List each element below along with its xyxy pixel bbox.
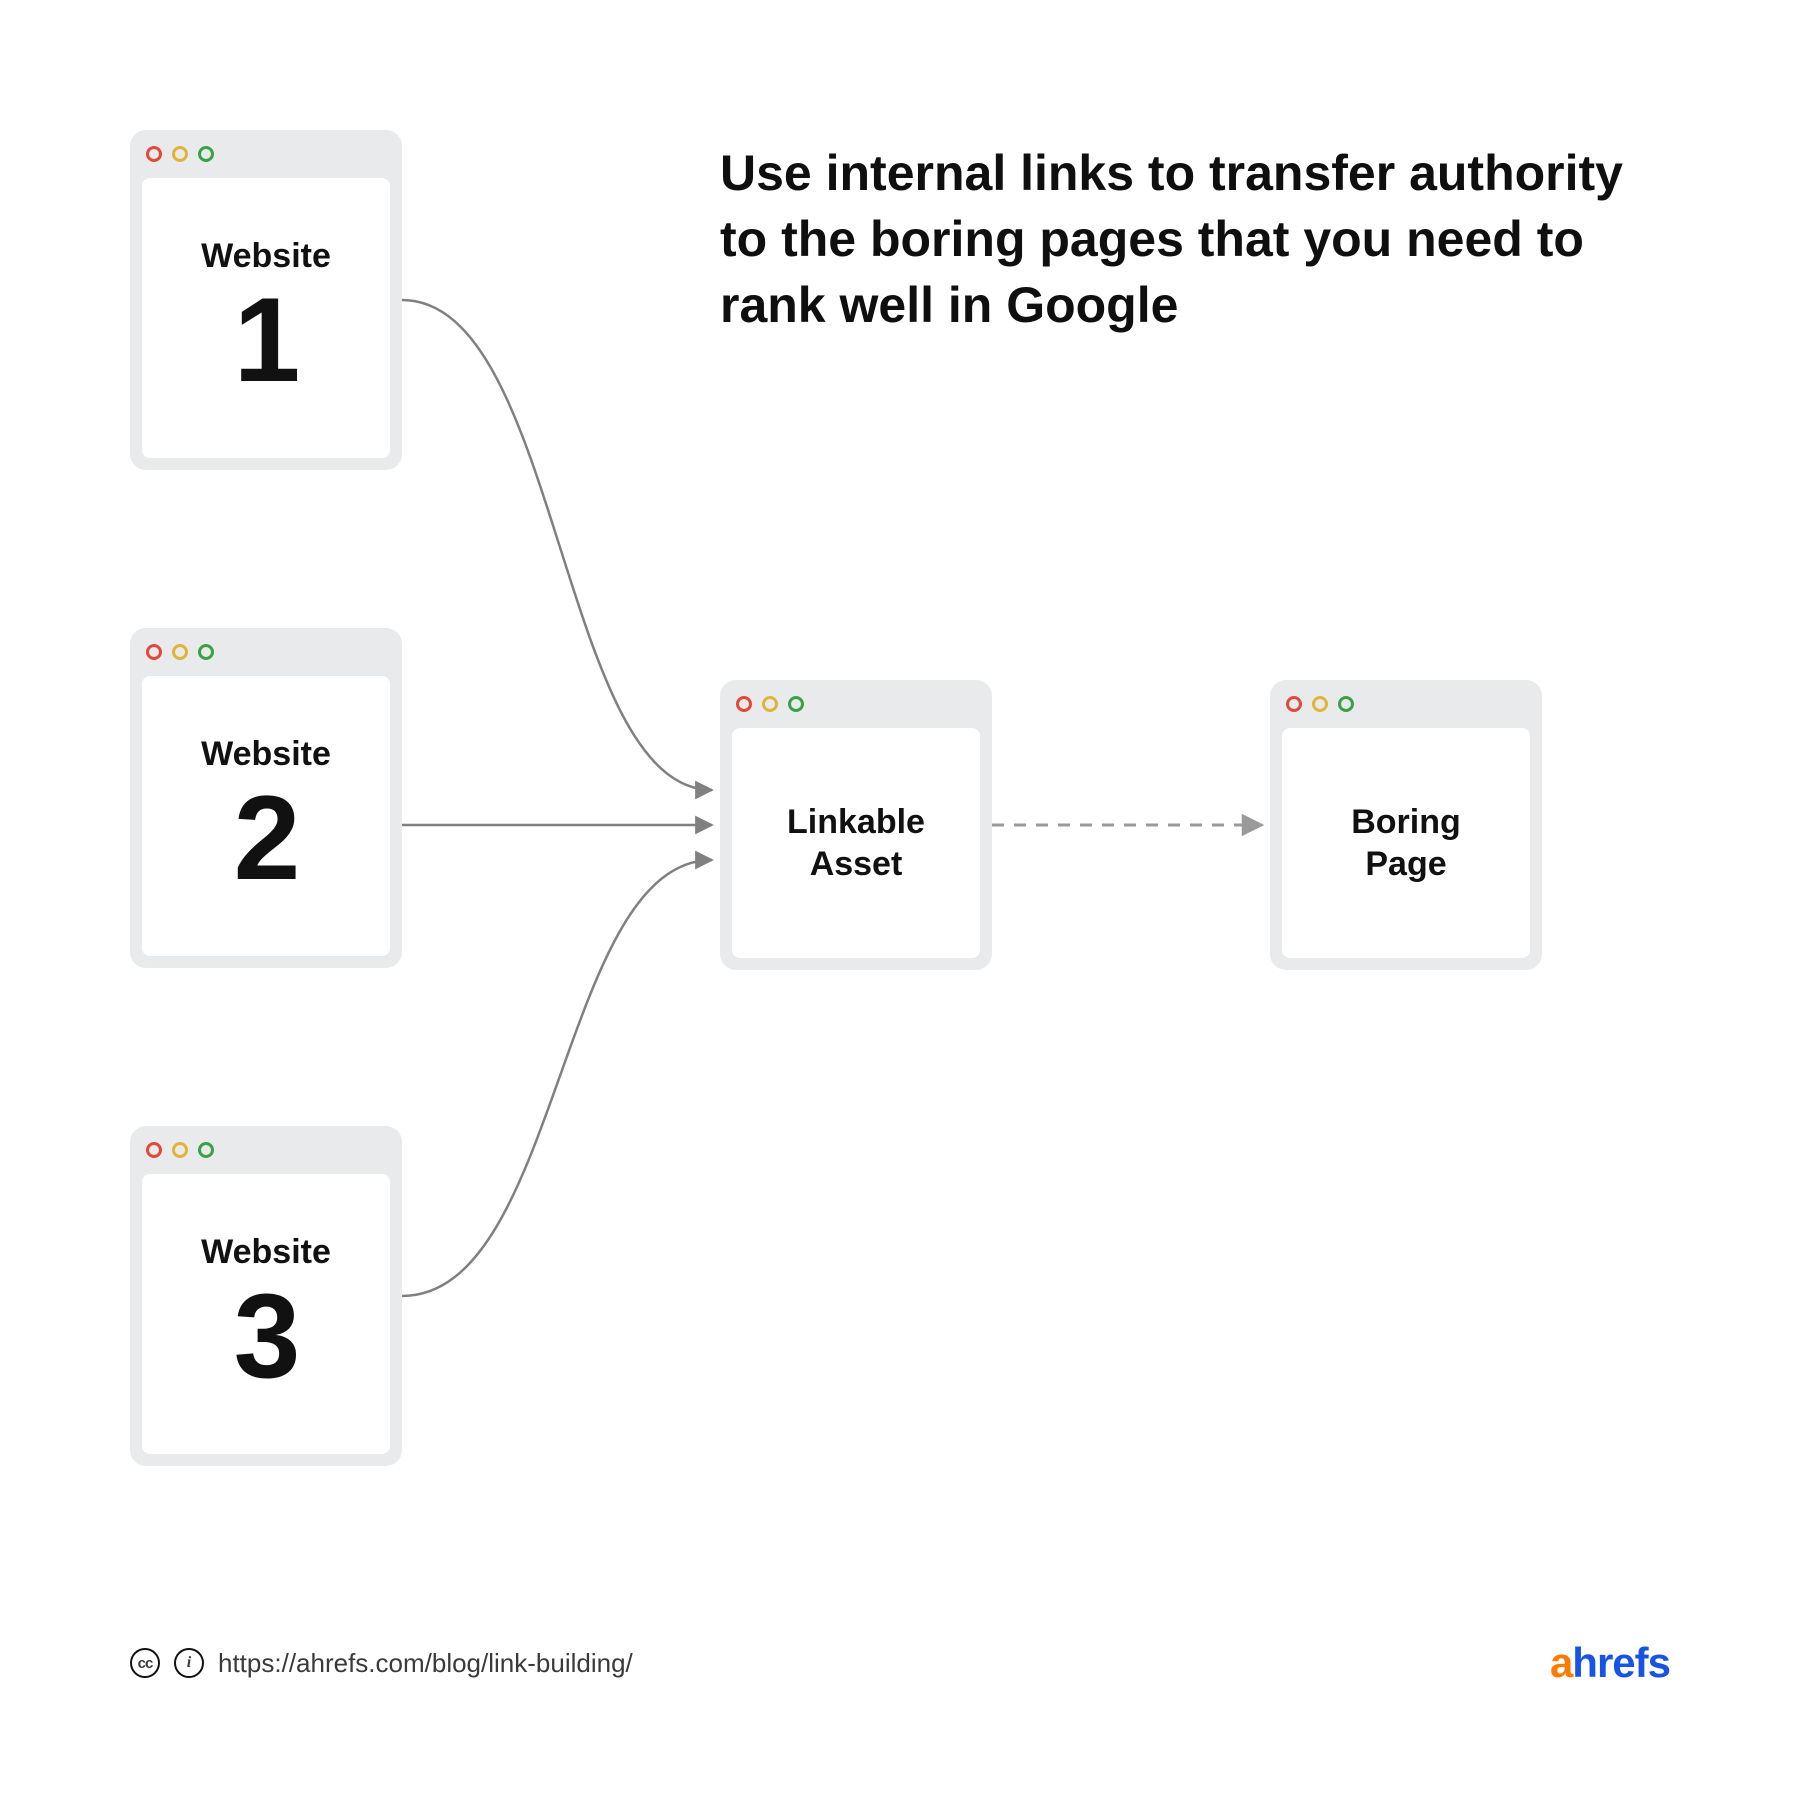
boring-page-label: Boring Page xyxy=(1351,801,1461,886)
linkable-asset-line2: Asset xyxy=(787,843,925,886)
traffic-light-green-icon xyxy=(198,1142,214,1158)
website-window-3: Website 3 xyxy=(130,1126,402,1466)
website-label: Website xyxy=(201,237,331,276)
website-label: Website xyxy=(201,735,331,774)
boring-page-line2: Page xyxy=(1351,843,1461,886)
linkable-asset-line1: Linkable xyxy=(787,801,925,844)
attribution: cc i https://ahrefs.com/blog/link-buildi… xyxy=(130,1648,633,1679)
diagram-footer: cc i https://ahrefs.com/blog/link-buildi… xyxy=(130,1639,1670,1687)
arrow-website3-to-asset xyxy=(402,860,712,1296)
boring-page-line1: Boring xyxy=(1351,801,1461,844)
diagram-headline: Use internal links to transfer authority… xyxy=(720,140,1640,338)
window-body: Website 1 xyxy=(142,178,390,458)
ahrefs-logo-rest: hrefs xyxy=(1572,1639,1670,1687)
cc-license-icon: cc xyxy=(130,1648,160,1678)
window-body: Linkable Asset xyxy=(732,728,980,958)
website-label: Website xyxy=(201,1233,331,1272)
traffic-light-yellow-icon xyxy=(1312,696,1328,712)
attribution-by-icon: i xyxy=(174,1648,204,1678)
linkable-asset-label: Linkable Asset xyxy=(787,801,925,886)
traffic-light-green-icon xyxy=(788,696,804,712)
traffic-light-green-icon xyxy=(198,644,214,660)
traffic-light-yellow-icon xyxy=(172,146,188,162)
traffic-light-red-icon xyxy=(736,696,752,712)
traffic-light-green-icon xyxy=(198,146,214,162)
window-chrome xyxy=(130,628,402,676)
traffic-light-red-icon xyxy=(146,146,162,162)
window-body: Boring Page xyxy=(1282,728,1530,958)
traffic-light-red-icon xyxy=(146,1142,162,1158)
website-number: 3 xyxy=(234,1276,299,1396)
traffic-light-red-icon xyxy=(1286,696,1302,712)
window-chrome xyxy=(130,1126,402,1174)
website-window-1: Website 1 xyxy=(130,130,402,470)
boring-page-window: Boring Page xyxy=(1270,680,1542,970)
website-number: 1 xyxy=(234,280,299,400)
ahrefs-logo: a hrefs xyxy=(1550,1639,1670,1687)
traffic-light-green-icon xyxy=(1338,696,1354,712)
traffic-light-yellow-icon xyxy=(762,696,778,712)
window-chrome xyxy=(1270,680,1542,728)
arrow-website1-to-asset xyxy=(402,300,712,790)
ahrefs-logo-a: a xyxy=(1550,1639,1572,1687)
window-body: Website 2 xyxy=(142,676,390,956)
website-number: 2 xyxy=(234,778,299,898)
traffic-light-red-icon xyxy=(146,644,162,660)
window-chrome xyxy=(720,680,992,728)
traffic-light-yellow-icon xyxy=(172,1142,188,1158)
window-body: Website 3 xyxy=(142,1174,390,1454)
traffic-light-yellow-icon xyxy=(172,644,188,660)
website-window-2: Website 2 xyxy=(130,628,402,968)
source-url: https://ahrefs.com/blog/link-building/ xyxy=(218,1648,633,1679)
linkable-asset-window: Linkable Asset xyxy=(720,680,992,970)
window-chrome xyxy=(130,130,402,178)
